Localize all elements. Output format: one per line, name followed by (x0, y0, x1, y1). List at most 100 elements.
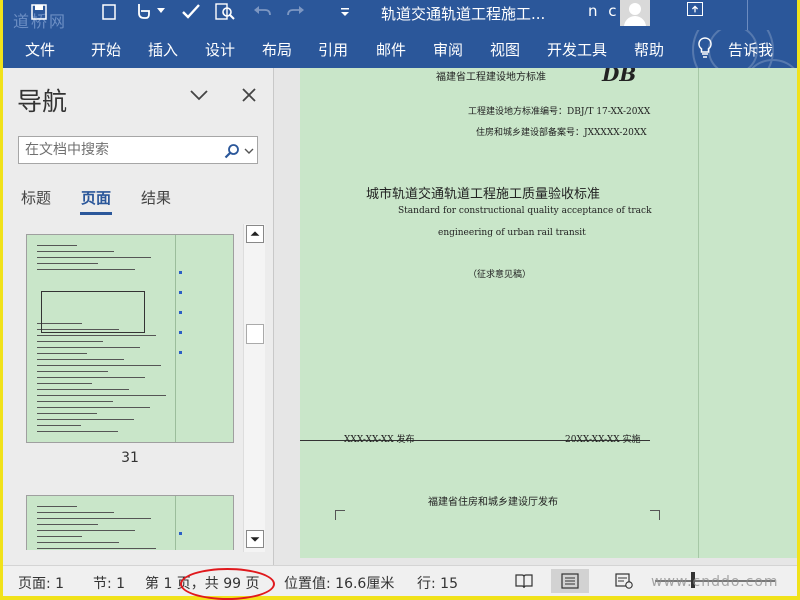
thumbnail-text-line (37, 257, 151, 258)
crop-mark (335, 510, 345, 520)
page-thumbnails: 31 (3, 230, 243, 550)
status-page[interactable]: 页面: 1 (18, 573, 64, 593)
thumbnail-comment-marker (179, 271, 182, 274)
thumbnail-text-line (37, 377, 145, 378)
document-title: 轨道交通轨道工程施工... (381, 5, 546, 23)
print-layout-view-button[interactable] (551, 569, 589, 593)
thumbnail-text-line (37, 341, 103, 342)
thumbnail-text-line (37, 365, 161, 366)
touch-mode-icon[interactable] (133, 2, 151, 20)
print-preview-icon[interactable] (215, 3, 235, 21)
thumbnail-comment-marker (179, 351, 182, 354)
ribbon-display-options-icon[interactable] (687, 2, 703, 16)
site-watermark: www.cnddo.com (651, 574, 779, 590)
page-thumbnail[interactable] (26, 234, 234, 443)
page-margin-guide (698, 68, 699, 558)
thumbnail-text-line (37, 395, 166, 396)
thumbnail-text-line (37, 512, 114, 513)
document-search-box[interactable] (18, 136, 258, 164)
thumbnail-page-number: 31 (121, 450, 139, 466)
tab-references[interactable]: 引用 (318, 39, 348, 60)
thumbnail-text-line (37, 542, 119, 543)
thumbnail-text-line (37, 353, 87, 354)
doc-draft-note: （征求意见稿） (468, 270, 532, 280)
crop-mark (650, 510, 660, 520)
thumbnail-text-line (37, 431, 118, 432)
tab-review[interactable]: 审阅 (433, 39, 463, 60)
redo-icon[interactable] (287, 4, 305, 20)
doc-record-number: 住房和城乡建设部备案号：JXXXXX-20XX (476, 128, 647, 138)
thumbnail-text-line (37, 548, 156, 549)
tab-view[interactable]: 视图 (490, 39, 520, 60)
thumbnail-text-line (37, 251, 114, 252)
print-layout-icon (561, 573, 579, 589)
thumbnail-margin (175, 235, 176, 442)
more-commands-icon[interactable] (341, 8, 349, 18)
checkmark-icon[interactable] (181, 3, 201, 21)
scrollbar-thumb[interactable] (246, 324, 264, 344)
lightbulb-icon[interactable] (697, 37, 713, 59)
ribbon-tabs: 文件 开始 插入 设计 布局 引用 邮件 审阅 视图 开发工具 帮助 告诉我 (3, 30, 797, 98)
thumbnail-comment-marker (179, 311, 182, 314)
thumbnail-table (41, 291, 145, 333)
search-options-dropdown-icon[interactable] (244, 147, 254, 155)
tab-developer[interactable]: 开发工具 (547, 39, 607, 60)
thumbnail-text-line (37, 407, 150, 408)
search-input[interactable] (25, 140, 215, 160)
page-thumbnail[interactable] (26, 495, 234, 550)
status-section[interactable]: 节: 1 (93, 573, 125, 593)
thumbnail-text-line (37, 524, 98, 525)
doc-standard-code: 工程建设地方标准编号：DBJ/T 17-XX-20XX (468, 107, 651, 117)
new-document-icon[interactable] (101, 4, 117, 20)
customize-dropdown-icon[interactable] (157, 8, 165, 14)
thumbnail-text-line (37, 245, 77, 246)
navigation-pane: 导航 标题 页面 结果 31 (3, 68, 273, 565)
thumbnail-text-line (37, 419, 134, 420)
tab-mailings[interactable]: 邮件 (376, 39, 406, 60)
user-avatar[interactable] (620, 0, 650, 26)
scroll-up-arrow-icon[interactable] (246, 225, 264, 243)
thumbnail-text-line (37, 347, 140, 348)
tell-me-box[interactable]: 告诉我 (728, 39, 773, 60)
undo-icon[interactable] (253, 4, 271, 20)
doc-title-en-line1: Standard for constructional quality acce… (398, 206, 652, 216)
doc-title-cn: 城市轨道交通轨道工程施工质量验收标准 (366, 187, 601, 202)
navtab-results[interactable]: 结果 (141, 187, 171, 208)
read-mode-icon[interactable] (515, 573, 533, 589)
web-layout-icon[interactable] (615, 573, 633, 589)
tab-design[interactable]: 设计 (205, 39, 235, 60)
doc-header-org: 福建省工程建设地方标准 (436, 72, 546, 83)
thumbnail-text-line (37, 389, 129, 390)
save-icon[interactable] (31, 4, 47, 20)
navtab-headings[interactable]: 标题 (21, 187, 51, 208)
navtab-pages[interactable]: 页面 (81, 187, 111, 208)
tab-insert[interactable]: 插入 (148, 39, 178, 60)
thumbnail-comment-marker (179, 291, 182, 294)
red-annotation-ellipse (180, 568, 275, 600)
doc-title-en-line2: engineering of urban rail transit (438, 228, 586, 238)
status-line[interactable]: 行: 15 (417, 573, 458, 593)
document-area: 福建省工程建设地方标准 DB 工程建设地方标准编号：DBJ/T 17-XX-20… (273, 68, 797, 565)
document-page[interactable]: 福建省工程建设地方标准 DB 工程建设地方标准编号：DBJ/T 17-XX-20… (300, 68, 797, 558)
chevron-down-icon[interactable] (189, 88, 209, 102)
thumbnail-text-line (37, 269, 135, 270)
search-icon[interactable] (224, 143, 240, 159)
tab-layout[interactable]: 布局 (262, 39, 292, 60)
close-icon[interactable] (241, 87, 257, 103)
thumbnail-text-line (37, 401, 113, 402)
doc-issue-date: XXX-XX-XX 发布 (344, 435, 415, 445)
status-bar: 页面: 1 节: 1 第 1 页，共 99 页 位置值: 16.6厘米 行: 1… (3, 565, 797, 596)
active-tab-indicator (80, 212, 112, 215)
thumbnail-text-line (37, 371, 108, 372)
thumbnail-scrollbar[interactable] (243, 224, 265, 552)
status-position[interactable]: 位置值: 16.6厘米 (284, 573, 394, 593)
window-controls-divider (747, 0, 748, 30)
tab-help[interactable]: 帮助 (634, 39, 664, 60)
thumbnail-text-line (37, 506, 77, 507)
word-window: 道桥网 轨道交通轨道工程施工... n c 文件 开始 插入 设计 布局 引用 … (3, 0, 797, 596)
thumbnail-text-line (37, 263, 98, 264)
scroll-down-arrow-icon[interactable] (246, 530, 264, 548)
user-name[interactable]: n c (588, 2, 620, 20)
tab-file[interactable]: 文件 (25, 39, 55, 60)
tab-home[interactable]: 开始 (91, 39, 121, 60)
